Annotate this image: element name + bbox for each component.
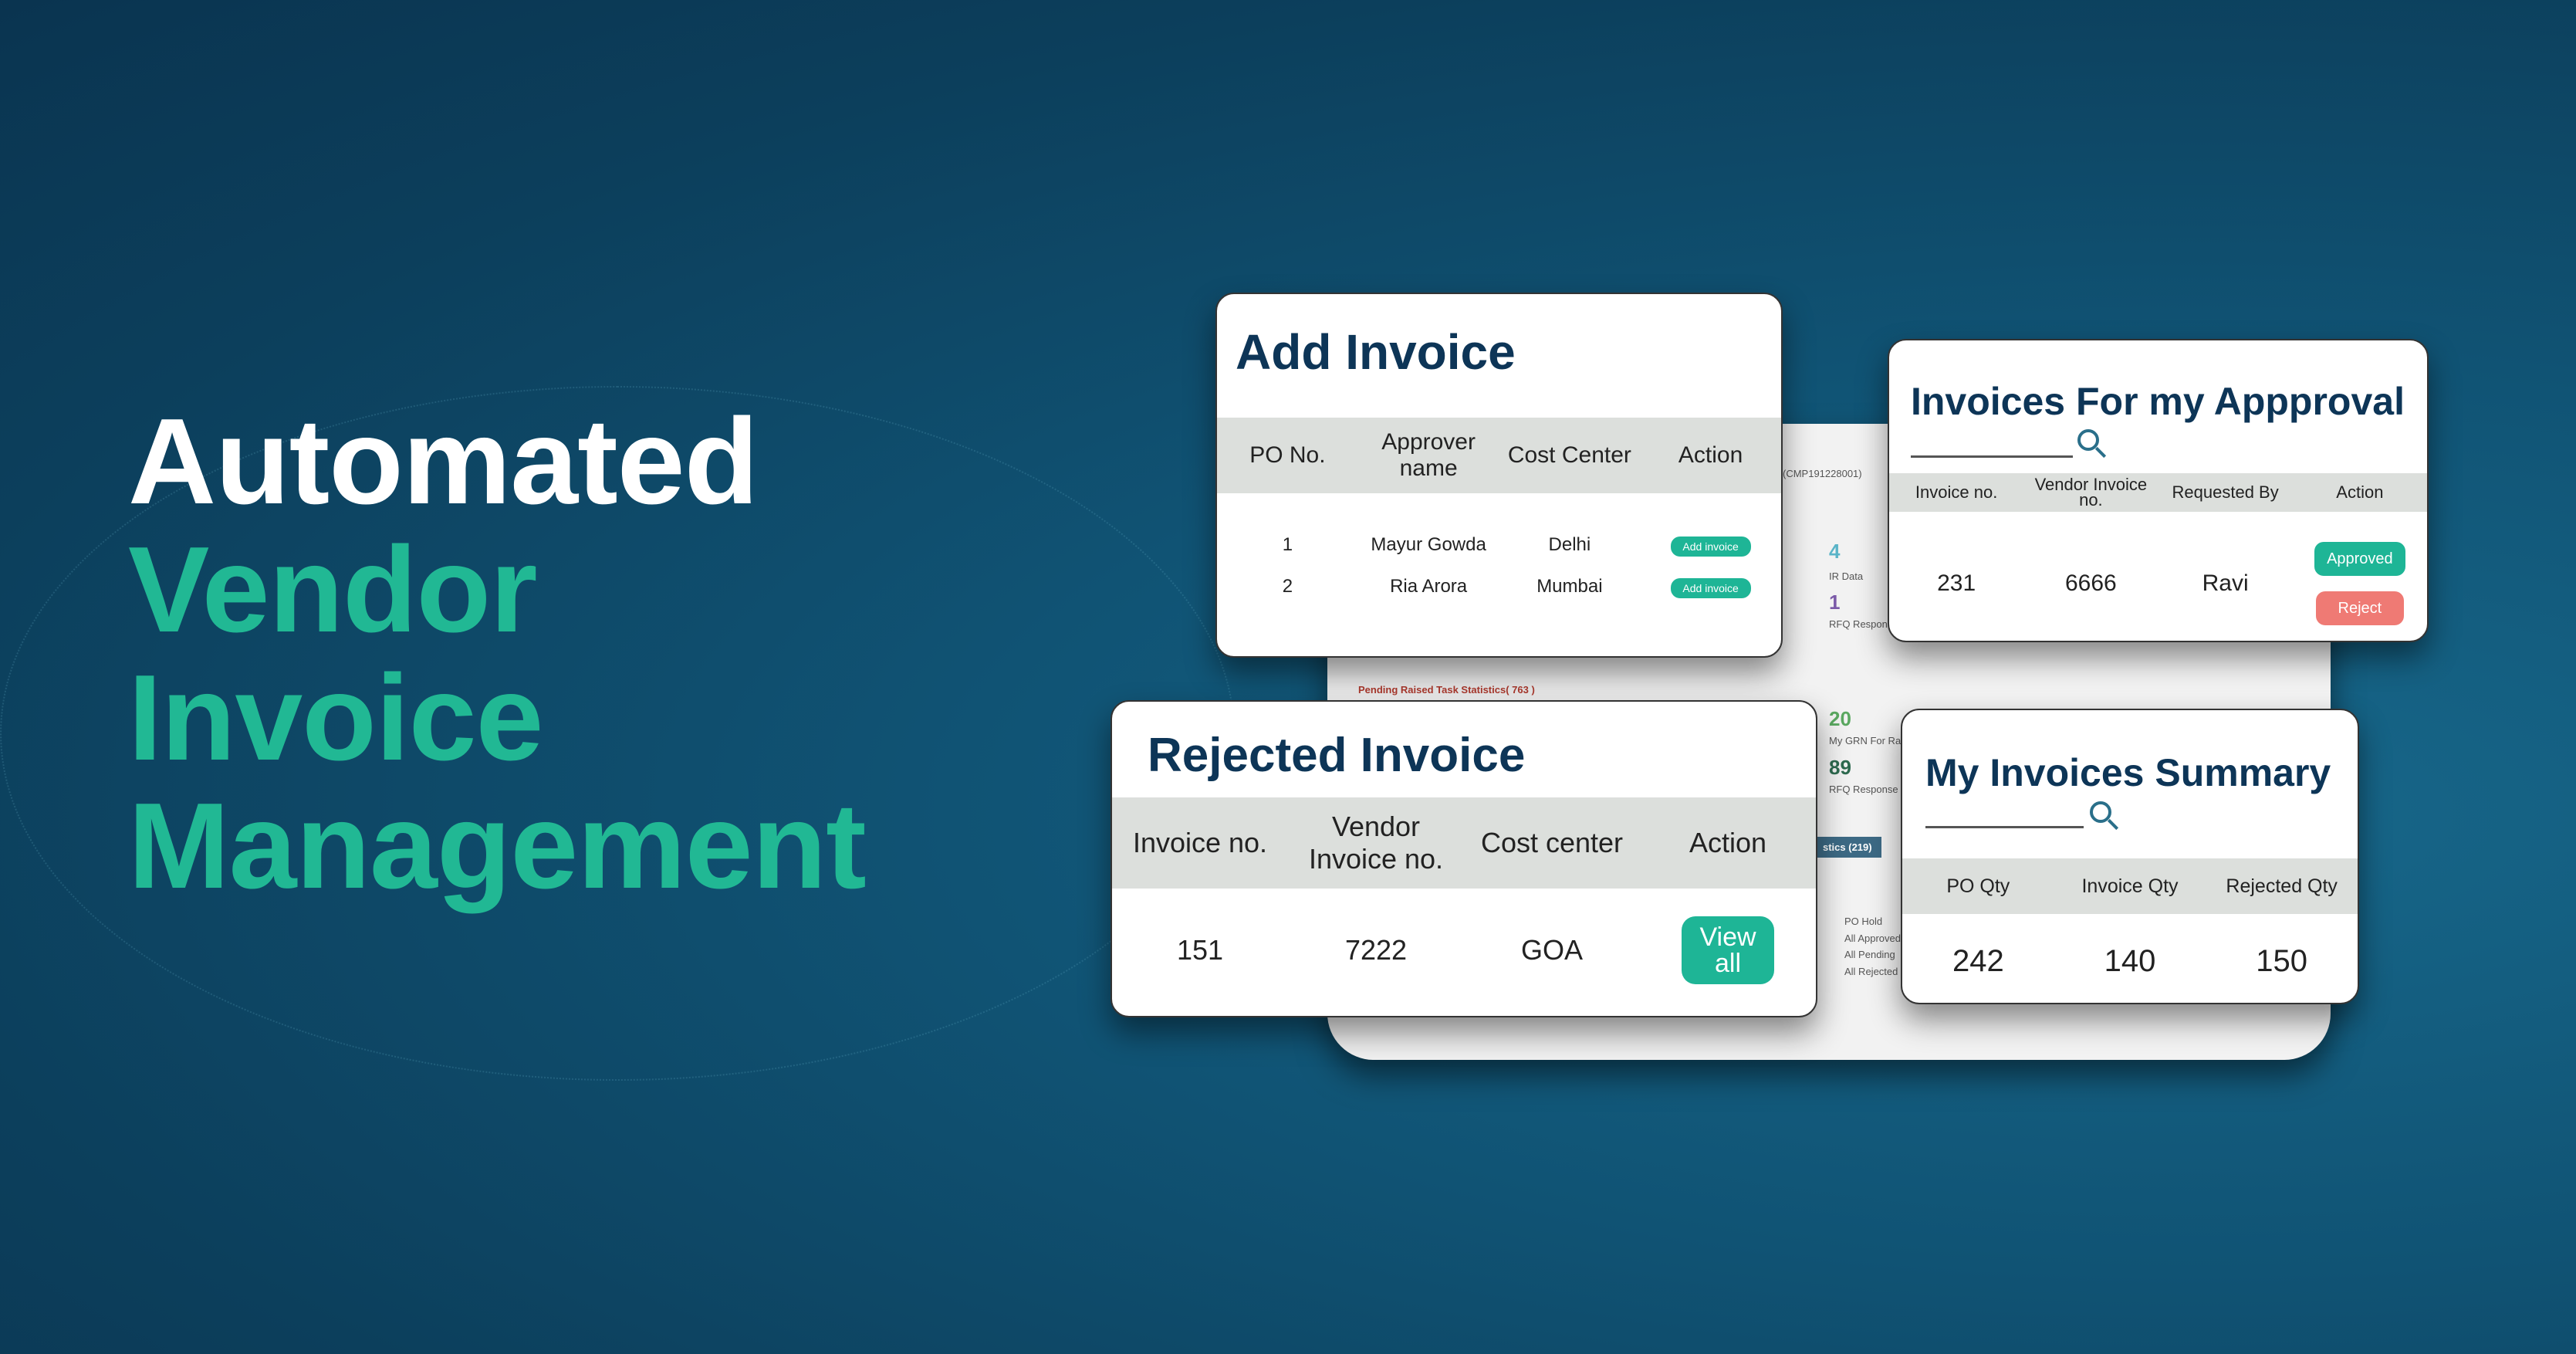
column-header: PO Qty: [1946, 875, 2010, 897]
column-header: Invoice no.: [1915, 482, 1998, 502]
cell: Mayur Gowda: [1371, 534, 1486, 555]
cell: 7222: [1344, 934, 1408, 966]
column-header: Invoice no.: [1132, 827, 1268, 858]
table-header: PO No. Approver name Cost Center Action: [1217, 418, 1781, 493]
cell: Delhi: [1548, 534, 1591, 555]
rejected-qty-value: 150: [2256, 943, 2308, 978]
column-header: Vendor Invoice no.: [1308, 811, 1444, 875]
stat-value: 89: [1829, 756, 1851, 779]
legend-item: All Pending: [1844, 949, 1895, 960]
cell: 1: [1282, 534, 1293, 555]
headline-line: Automated: [128, 394, 759, 530]
table-row: 151 7222 GOA View all: [1112, 904, 1816, 997]
cell: 231: [1937, 570, 1976, 596]
invoice-summary-card: My Invoices Summary PO Qty Invoice Qty R…: [1901, 709, 2359, 1004]
column-header: PO No.: [1249, 442, 1326, 468]
legend-item: All Approved: [1844, 933, 1901, 944]
stat-value: 20: [1829, 707, 1851, 730]
invoice-qty-value: 140: [2104, 943, 2156, 978]
stat-value: 1: [1829, 591, 1841, 614]
table-row: 242 140 150: [1902, 926, 2358, 996]
add-invoice-button[interactable]: Add invoice: [1670, 577, 1751, 598]
rejected-invoice-card: Rejected Invoice Invoice no. Vendor Invo…: [1111, 700, 1817, 1017]
po-qty-value: 242: [1952, 943, 2004, 978]
stat-label: IR Data: [1829, 570, 1864, 582]
view-all-button[interactable]: View all: [1682, 916, 1774, 984]
approve-button[interactable]: Approved: [2314, 542, 2405, 576]
approval-card: Invoices For my Appproval Invoice no. Ve…: [1888, 339, 2429, 642]
search-input[interactable]: [1925, 799, 2084, 828]
stat-value: 4: [1829, 540, 1841, 563]
table-row: 231 6666 Ravi Approved Reject: [1889, 533, 2427, 634]
company-select[interactable]: (CMP191228001): [1783, 468, 1862, 479]
card-title: Rejected Invoice: [1148, 729, 1526, 782]
headline-line: Management: [128, 778, 867, 914]
headline-line: Vendor: [128, 522, 538, 658]
cell: 2: [1282, 576, 1293, 597]
card-title: Invoices For my Appproval: [1911, 380, 2405, 423]
legend-item: PO Hold: [1844, 916, 1883, 927]
reject-button[interactable]: Reject: [2315, 591, 2404, 625]
column-header: Invoice Qty: [2081, 875, 2179, 897]
cell: 151: [1176, 934, 1224, 966]
search-icon[interactable]: [2077, 429, 2099, 451]
cell: Ravi: [2202, 570, 2249, 596]
card-title: My Invoices Summary: [1925, 751, 2331, 794]
search-icon[interactable]: [2090, 801, 2111, 823]
column-header: Rejected Qty: [2226, 875, 2338, 897]
add-invoice-button[interactable]: Add invoice: [1670, 536, 1751, 557]
column-header: Requested By: [2172, 482, 2279, 502]
column-header: Cost Center: [1507, 442, 1631, 468]
legend-item: All Rejected: [1844, 966, 1898, 977]
column-header: Action: [1678, 442, 1743, 468]
stat-label: RFQ Response: [1829, 784, 1898, 795]
column-header: Action: [2336, 482, 2384, 502]
table-header: PO Qty Invoice Qty Rejected Qty: [1902, 858, 2358, 914]
table-header: Invoice no. Vendor Invoice no. Cost cent…: [1112, 797, 1816, 889]
pending-stats: Pending Raised Task Statistics( 763 ): [1358, 684, 1535, 696]
card-title: Add Invoice: [1236, 324, 1516, 380]
headline-line: Invoice: [128, 650, 543, 786]
column-header: Cost center: [1480, 827, 1624, 858]
column-header: Action: [1689, 827, 1767, 858]
cell: GOA: [1520, 934, 1583, 966]
table-row: 1 Mayur Gowda Delhi Add invoice: [1217, 528, 1781, 562]
search-input[interactable]: [1911, 427, 2073, 458]
headline: Automated Vendor Invoice Management: [128, 398, 977, 910]
cell: 6666: [2065, 570, 2117, 596]
stats-bar: stics (219): [1814, 837, 1881, 858]
cell: Mumbai: [1536, 576, 1603, 597]
table-header: Invoice no. Vendor Invoice no. Requested…: [1889, 473, 2427, 512]
column-header: Vendor Invoice no.: [2034, 475, 2148, 509]
add-invoice-card: Add Invoice PO No. Approver name Cost Ce…: [1215, 293, 1783, 658]
column-header: Approver name: [1381, 429, 1476, 481]
cell: Ria Arora: [1390, 576, 1468, 597]
table-row: 2 Ria Arora Mumbai Add invoice: [1217, 570, 1781, 604]
